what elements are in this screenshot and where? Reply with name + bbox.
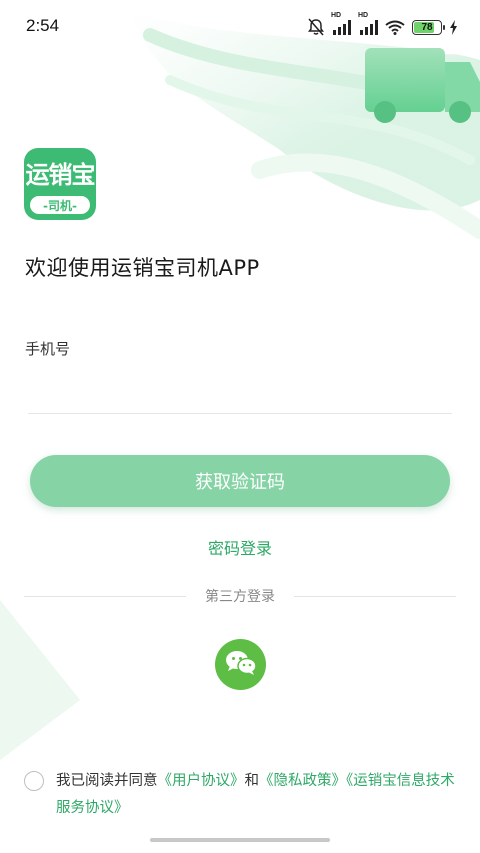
user-agreement-link[interactable]: 《用户协议》 (158, 773, 245, 789)
signal-hd-icon: HD (358, 12, 378, 35)
wechat-icon (225, 649, 257, 681)
agreement-prefix: 我已阅读并同意 (56, 773, 158, 789)
battery-icon: 78 (412, 19, 445, 35)
divider-right (294, 596, 456, 597)
logo-brand-text: 运销宝 (25, 160, 96, 189)
agreement-text: 我已阅读并同意《用户协议》和《隐私政策》《运销宝信息技术服务协议》 (56, 768, 464, 822)
app-logo: 运销宝 -司机- (24, 148, 96, 220)
welcome-title: 欢迎使用运销宝司机APP (25, 256, 260, 280)
wechat-login-button[interactable] (215, 639, 266, 690)
wifi-icon (385, 20, 405, 35)
get-verification-code-button[interactable]: 获取验证码 (30, 455, 450, 507)
phone-input[interactable] (28, 370, 452, 414)
status-time: 2:54 (26, 16, 60, 35)
status-bar: 2:54 HD HD 78 (0, 0, 480, 54)
agree-checkbox[interactable] (24, 771, 44, 791)
background-decoration (0, 10, 480, 760)
agreement-and: 和 (244, 773, 260, 789)
signal-hd-label: HD (358, 12, 369, 19)
phone-label: 手机号 (25, 340, 71, 358)
signal-hd-label: HD (331, 12, 342, 19)
status-icons: HD HD 78 (308, 12, 458, 38)
logo-sub-text: -司机- (30, 196, 90, 214)
battery-level: 78 (421, 21, 433, 33)
mute-bell-icon (308, 18, 324, 36)
privacy-policy-link[interactable]: 《隐私政策》 (259, 773, 346, 789)
signal-hd-icon: HD (331, 12, 351, 35)
home-indicator[interactable] (150, 838, 330, 842)
menu-icon[interactable] (442, 40, 468, 60)
password-login-link[interactable]: 密码登录 (0, 535, 480, 559)
charging-icon (449, 19, 458, 35)
